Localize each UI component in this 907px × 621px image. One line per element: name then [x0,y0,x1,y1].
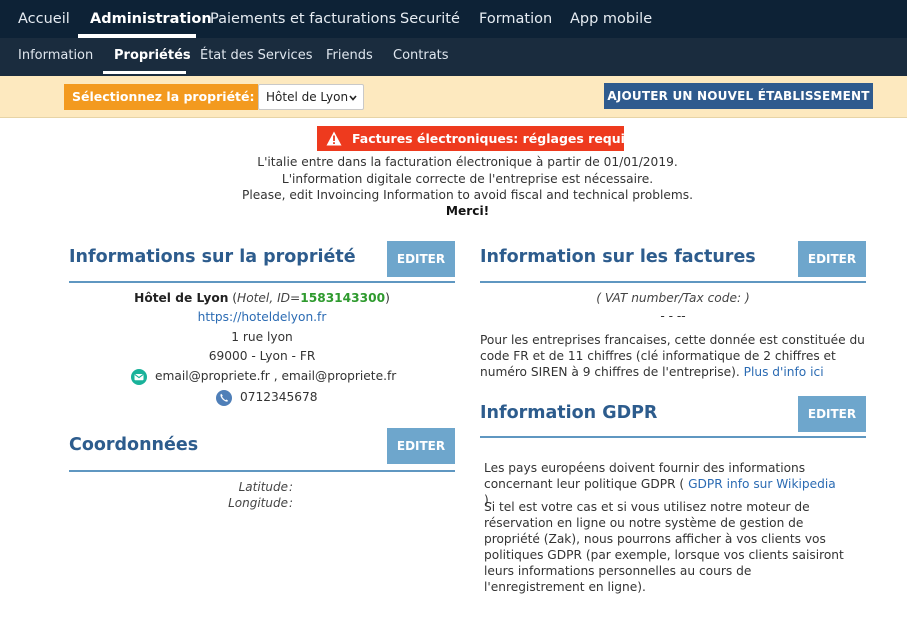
hotel-id: 1583143300 [300,291,386,305]
invoice-info-title: Information sur les factures [480,247,756,267]
latitude-colon: : [289,480,294,494]
invoice-more-info-link[interactable]: Plus d'info ici [744,365,824,379]
alert-line-2: L'information digitale correcte de l'ent… [281,172,654,186]
chevron-down-icon [349,95,357,101]
property-info-title: Informations sur la propriété [69,247,356,267]
top-nav-app-mobile[interactable]: App mobile [570,0,652,38]
coordinates-title: Coordonnées [69,435,199,455]
hotel-phone-row: 0712345678 [216,390,336,407]
sub-nav-friends[interactable]: Friends [326,38,373,76]
gdpr-divider [480,436,866,438]
hotel-name-line: Hôtel de Lyon (Hotel, ID=1583143300) [69,291,455,305]
add-property-button[interactable]: AJOUTER UN NOUVEL ÉTABLISSEMENT [604,83,873,109]
longitude-label: Longitude [228,496,288,510]
coordinates-divider [69,470,455,472]
hotel-name: Hôtel de Lyon [134,291,229,305]
alert-thanks: Merci! [445,204,490,218]
hotel-emails: email@propriete.fr , email@propriete.fr [155,369,397,383]
invoice-note: Pour les entreprises francaises, cette d… [480,332,866,380]
alert-line-1: L'italie entre dans la facturation élect… [257,155,678,169]
edit-invoice-info-button[interactable]: EDITER [798,241,866,277]
alert-line-3: Please, edit Invoincing Information to a… [242,188,693,202]
hotel-phone: 0712345678 [240,390,318,404]
alert-title: Factures électroniques: réglages requis [352,131,633,146]
hotel-open-paren: ( [228,291,238,305]
top-nav-formation[interactable]: Formation [479,0,552,38]
hotel-city: 69000 - Lyon - FR [208,349,316,363]
hotel-street: 1 rue lyon [231,330,293,344]
top-nav-administration[interactable]: Administration [90,0,212,38]
top-nav-paiements[interactable]: Paiements et facturations [210,0,396,38]
edit-property-info-button[interactable]: EDITER [387,241,455,277]
invoice-info-divider [480,281,866,283]
sub-nav-etat-services[interactable]: État des Services [200,38,312,76]
edit-gdpr-button[interactable]: EDITER [798,396,866,432]
gdpr-paragraph-2: Si tel est votre cas et si vous utilisez… [484,500,844,594]
top-navigation: Accueil Administration Paiements et fact… [0,0,907,38]
sub-nav-contrats[interactable]: Contrats [393,38,449,76]
sub-nav-active-indicator [103,71,186,74]
property-info-divider [69,281,455,283]
email-icon [131,369,147,385]
top-nav-accueil[interactable]: Accueil [18,0,70,38]
vat-value: - - -- [660,309,686,323]
top-nav-securite[interactable]: Securité [400,0,460,38]
hotel-website-link[interactable]: https://hoteldelyon.fr [69,310,455,324]
e-invoice-alert-badge: Factures électroniques: réglages requis [317,126,632,151]
latitude-label: Latitude [238,480,288,494]
phone-icon [216,390,232,406]
warning-icon [326,131,342,146]
property-select-value: Hôtel de Lyon [266,90,349,104]
hotel-email-row: email@propriete.fr , email@propriete.fr [131,369,421,386]
property-select-label: Sélectionnez la propriété: [64,84,258,110]
vat-label: ( VAT number/Tax code: ) [596,291,750,305]
sub-navigation: Information Propriétés État des Services… [0,38,907,76]
gdpr-wikipedia-link[interactable]: GDPR info sur Wikipedia [688,477,836,491]
edit-coordinates-button[interactable]: EDITER [387,428,455,464]
hotel-type-id-label: Hotel, ID= [237,291,301,305]
property-select[interactable]: Hôtel de Lyon [258,84,364,110]
gdpr-title: Information GDPR [480,403,658,423]
hotel-close-paren: ) [385,291,390,305]
sub-nav-information[interactable]: Information [18,38,93,76]
longitude-colon: : [289,496,294,510]
